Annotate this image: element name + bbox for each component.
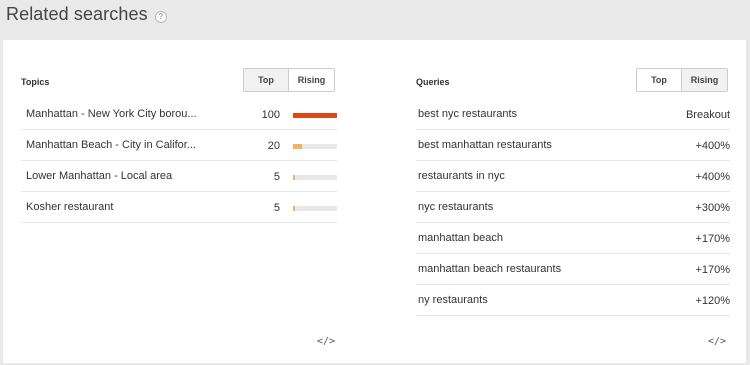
topic-label[interactable]: Kosher restaurant (26, 201, 113, 213)
topic-value: 20 (267, 140, 280, 152)
topic-bar-track (293, 206, 337, 211)
query-row[interactable]: nyc restaurants +300% (416, 192, 730, 223)
query-row[interactable]: best nyc restaurants Breakout (416, 99, 730, 130)
queries-toggle: Top Rising (636, 68, 728, 92)
topics-toggle: Top Rising (243, 68, 335, 92)
query-value: +300% (695, 202, 730, 214)
query-label[interactable]: best manhattan restaurants (418, 139, 552, 151)
topic-bar-track (293, 113, 337, 118)
topic-row[interactable]: Manhattan - New York City borou... 100 (21, 99, 337, 130)
topics-list: Manhattan - New York City borou... 100 M… (21, 99, 337, 223)
section-title: Related searches (6, 4, 148, 24)
topic-value: 5 (273, 202, 280, 214)
topics-rising-button[interactable]: Rising (289, 69, 334, 91)
query-value: +170% (695, 233, 730, 245)
query-value: +400% (695, 140, 730, 152)
query-row[interactable]: manhattan beach restaurants +170% (416, 254, 730, 285)
query-value: +120% (695, 295, 730, 307)
topics-top-button[interactable]: Top (244, 69, 289, 91)
topic-row[interactable]: Lower Manhattan - Local area 5 (21, 161, 337, 192)
topic-label[interactable]: Manhattan Beach - City in Califor... (26, 139, 196, 151)
topic-row[interactable]: Kosher restaurant 5 (21, 192, 337, 223)
topics-embed-code-icon[interactable]: </> (317, 336, 335, 347)
topic-bar-fill (293, 113, 337, 118)
topic-label[interactable]: Lower Manhattan - Local area (26, 170, 172, 182)
queries-embed-code-icon[interactable]: </> (708, 336, 726, 347)
queries-list: best nyc restaurants Breakout best manha… (416, 99, 730, 316)
query-row[interactable]: restaurants in nyc +400% (416, 161, 730, 192)
topic-label[interactable]: Manhattan - New York City borou... (26, 108, 197, 120)
query-value: Breakout (685, 109, 730, 121)
topic-bar-track (293, 175, 337, 180)
query-label[interactable]: ny restaurants (418, 294, 488, 306)
topic-row[interactable]: Manhattan Beach - City in Califor... 20 (21, 130, 337, 161)
query-label[interactable]: nyc restaurants (418, 201, 493, 213)
topic-bar-fill (293, 206, 296, 211)
help-icon[interactable]: ? (155, 11, 167, 23)
query-label[interactable]: manhattan beach restaurants (418, 263, 561, 275)
query-row[interactable]: best manhattan restaurants +400% (416, 130, 730, 161)
query-label[interactable]: restaurants in nyc (418, 170, 505, 182)
topic-value: 5 (273, 171, 280, 183)
topic-bar-track (293, 144, 337, 149)
queries-rising-button[interactable]: Rising (682, 69, 727, 91)
query-label[interactable]: manhattan beach (418, 232, 503, 244)
queries-top-button[interactable]: Top (637, 69, 682, 91)
related-searches-card: Topics Top Rising Manhattan - New York C… (3, 40, 746, 363)
query-value: +400% (695, 171, 730, 183)
section-header: Related searches ? (0, 0, 750, 40)
topic-value: 100 (261, 109, 280, 121)
query-row[interactable]: manhattan beach +170% (416, 223, 730, 254)
queries-title: Queries (416, 77, 450, 87)
topic-bar-fill (293, 175, 296, 180)
query-row[interactable]: ny restaurants +120% (416, 285, 730, 316)
query-value: +170% (695, 264, 730, 276)
topics-title: Topics (21, 77, 50, 87)
query-label[interactable]: best nyc restaurants (418, 108, 517, 120)
topic-bar-fill (293, 144, 302, 149)
